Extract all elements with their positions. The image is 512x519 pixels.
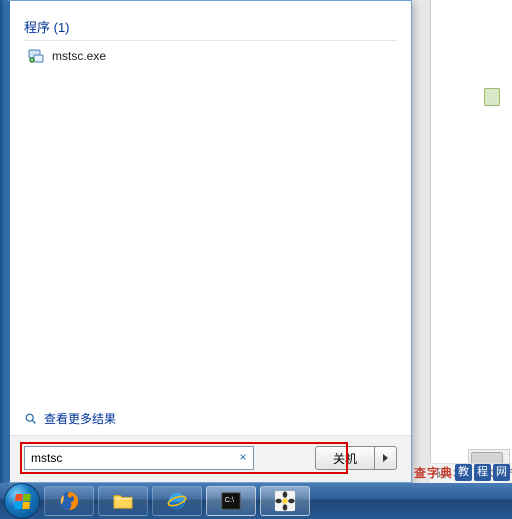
watermark-box: 网 [493,464,510,481]
search-input[interactable] [24,446,254,470]
clear-search-icon[interactable]: × [236,450,250,464]
taskbar-item-explorer[interactable] [98,486,148,516]
chevron-right-icon [383,454,388,462]
shutdown-button[interactable]: 关机 [315,446,375,470]
program-icon [28,48,44,64]
search-wrap: × [24,446,254,470]
watermark-box: 程 [474,464,491,481]
start-menu-bottom-row: × 关机 [10,435,411,482]
folder-icon [112,490,134,512]
shutdown-more-button[interactable] [375,446,397,470]
start-menu: 程序 (1) mstsc.exe 查看更多结果 × 关机 [6,0,412,483]
windows-logo-icon [14,494,31,509]
document-icon [484,88,500,106]
result-item-mstsc[interactable]: mstsc.exe [24,45,397,67]
result-category-header: 程序 (1) [24,11,397,41]
shutdown-group: 关机 [315,446,397,470]
see-more-results-label: 查看更多结果 [44,410,116,427]
see-more-results[interactable]: 查看更多结果 [10,402,411,435]
start-button[interactable] [4,483,40,519]
watermark-text: 查字典 [414,464,453,481]
search-results-pane: 程序 (1) mstsc.exe [10,1,411,402]
flower-icon [274,490,296,512]
taskbar-item-ie[interactable] [152,486,202,516]
taskbar: C:\ [0,483,512,519]
svg-text:C:\: C:\ [225,495,235,504]
taskbar-item-app[interactable] [260,486,310,516]
terminal-icon: C:\ [220,490,242,512]
watermark-box: 教 [455,464,472,481]
watermark: 查字典 教 程 网 [414,463,510,481]
taskbar-item-cmd[interactable]: C:\ [206,486,256,516]
search-icon [24,412,38,426]
background-window [430,0,512,469]
taskbar-item-firefox[interactable] [44,486,94,516]
internet-explorer-icon [166,490,188,512]
firefox-icon [58,490,80,512]
result-item-label: mstsc.exe [52,49,106,63]
